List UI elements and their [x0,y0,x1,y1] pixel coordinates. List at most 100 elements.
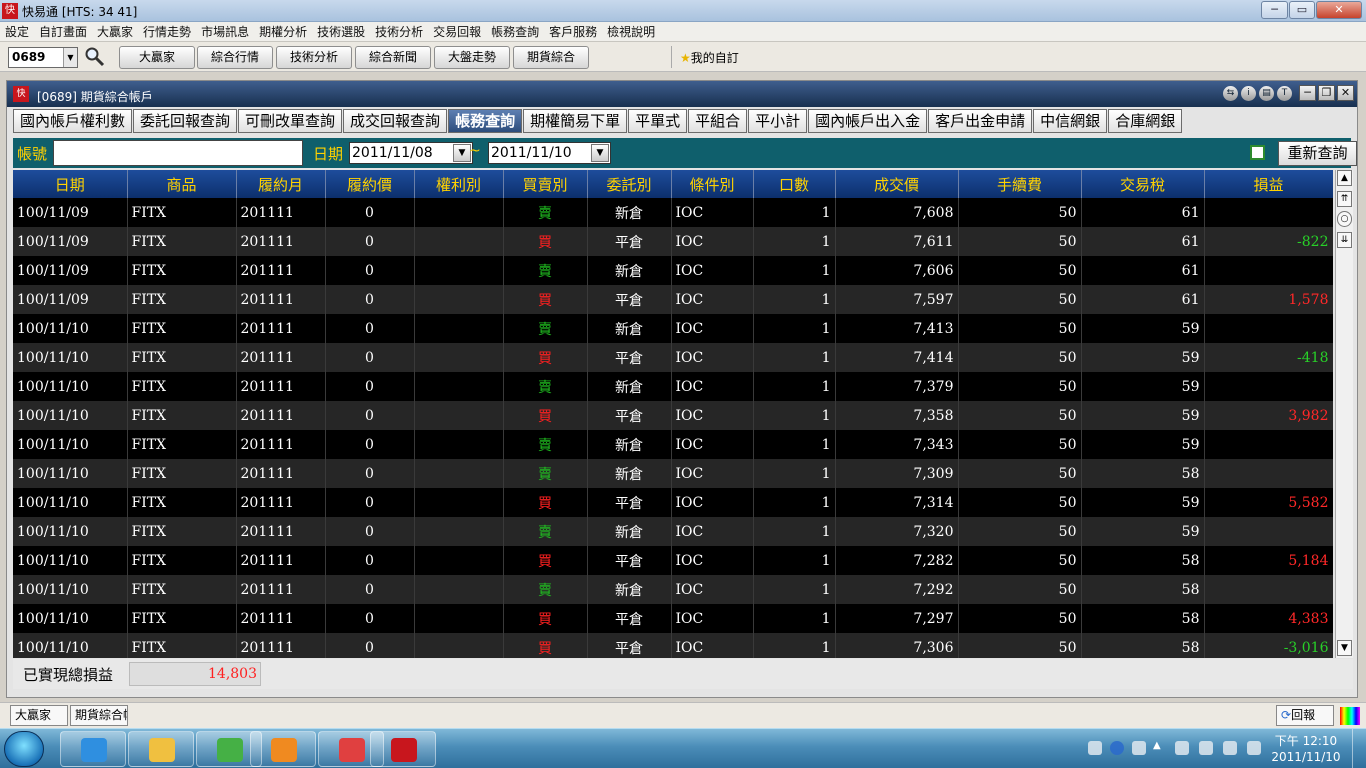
date-to-picker[interactable]: 2011/11/10 ▼ [488,142,611,164]
table-row[interactable]: 100/11/10 FITX 201111 0 賣新倉 IOC 1 7,413 50 59 [13,314,1333,343]
stock-code-combobox[interactable]: 0689 ▼ [8,47,78,68]
system-clock[interactable]: 下午 12:10 2011/11/10 [1262,733,1350,765]
column-header[interactable]: 手續費 [958,170,1082,198]
scroll-bottom-button[interactable]: ▼ [1337,640,1352,656]
tab-2[interactable]: 可刪改單查詢 [238,109,343,133]
column-header[interactable]: 履約價 [325,170,415,198]
taskbar-explorer[interactable] [128,731,194,767]
tab-6[interactable]: 平單式 [628,109,688,133]
column-header[interactable]: 權利別 [414,170,504,198]
tab-3[interactable]: 成交回報查詢 [343,109,448,133]
table-row[interactable]: 100/11/10 FITX 201111 0 買平倉 IOC 1 7,306 50 58 -3,0… [13,633,1333,658]
tab-8[interactable]: 平小計 [748,109,808,133]
window-close-button[interactable]: ✕ [1337,85,1354,101]
report-button[interactable]: ⟳回報 [1276,705,1334,726]
taskbar-media[interactable] [250,731,316,767]
column-header[interactable]: 口數 [753,170,836,198]
color-palette-icon[interactable] [1340,707,1360,725]
search-icon[interactable] [84,46,106,68]
table-row[interactable]: 100/11/10 FITX 201111 0 買平倉 IOC 1 7,282 50 58 5,18… [13,546,1333,575]
date-from-picker[interactable]: 2011/11/08 ▼ [349,142,473,164]
toolbar-news-button[interactable]: 綜合新聞 [355,46,431,69]
link-icon[interactable]: ⇆ [1223,86,1238,101]
menu-market-news[interactable]: 市場訊息 [196,22,254,42]
tab-5[interactable]: 期權簡易下單 [523,109,628,133]
menu-customer-service[interactable]: 客戶服務 [544,22,602,42]
tab-11[interactable]: 中信網銀 [1033,109,1108,133]
scroll-up-button[interactable]: ▲ [1337,170,1352,186]
switch-tab-futures-account[interactable]: 期貨綜合帳戶 [70,705,128,726]
tab-10[interactable]: 客戶出金申請 [928,109,1033,133]
pin-icon[interactable]: T [1277,86,1292,101]
toolbar-technical-button[interactable]: 技術分析 [276,46,352,69]
language-icon[interactable] [1132,741,1146,755]
table-row[interactable]: 100/11/10 FITX 201111 0 買平倉 IOC 1 7,414 50 59 -418 [13,343,1333,372]
menu-help[interactable]: 檢視說明 [602,22,660,42]
maximize-button[interactable]: ▭ [1289,1,1315,19]
switch-tab-big-winner[interactable]: 大贏家 [10,705,68,726]
scroll-thumb[interactable]: ○ [1337,211,1352,227]
close-button[interactable]: ✕ [1316,1,1362,19]
tab-4[interactable]: 帳務查詢 [448,109,523,133]
menu-technical-screening[interactable]: 技術選股 [312,22,370,42]
scroll-top-button[interactable]: ⇈ [1337,191,1352,207]
minimize-button[interactable]: ─ [1261,1,1288,19]
taskbar-trading-app[interactable] [370,731,436,767]
chevron-down-icon[interactable]: ▼ [591,144,609,162]
toolbar-big-winner-button[interactable]: 大贏家 [119,46,195,69]
table-row[interactable]: 100/11/09 FITX 201111 0 賣新倉 IOC 1 7,606 50 61 [13,256,1333,285]
menu-technical-analysis[interactable]: 技術分析 [370,22,428,42]
signal-icon[interactable] [1223,741,1237,755]
volume-icon[interactable] [1247,741,1261,755]
table-row[interactable]: 100/11/09 FITX 201111 0 賣新倉 IOC 1 7,608 50 61 [13,198,1333,227]
table-row[interactable]: 100/11/10 FITX 201111 0 賣新倉 IOC 1 7,320 50 59 [13,517,1333,546]
start-button[interactable] [4,731,44,767]
column-header[interactable]: 履約月 [236,170,326,198]
column-header[interactable]: 成交價 [835,170,959,198]
keyboard-icon[interactable] [1088,741,1102,755]
menu-custom-screen[interactable]: 自訂畫面 [34,22,92,42]
menu-quotes[interactable]: 行情走勢 [138,22,196,42]
table-row[interactable]: 100/11/10 FITX 201111 0 買平倉 IOC 1 7,297 50 58 4,38… [13,604,1333,633]
table-row[interactable]: 100/11/10 FITX 201111 0 買平倉 IOC 1 7,314 50 59 5,58… [13,488,1333,517]
network-icon[interactable] [1199,741,1213,755]
column-header[interactable]: 條件別 [671,170,754,198]
account-input[interactable] [53,140,303,166]
help-icon[interactable] [1110,741,1124,755]
column-header[interactable]: 交易稅 [1081,170,1205,198]
window-minimize-button[interactable]: ─ [1299,85,1316,101]
table-row[interactable]: 100/11/10 FITX 201111 0 買平倉 IOC 1 7,358 50 59 3,98… [13,401,1333,430]
menu-options-analysis[interactable]: 期權分析 [254,22,312,42]
menu-account-query[interactable]: 帳務查詢 [486,22,544,42]
column-header[interactable]: 商品 [127,170,237,198]
requery-button[interactable]: 重新查詢 [1278,141,1357,166]
chevron-down-icon[interactable]: ▼ [63,48,77,67]
scroll-down-button[interactable]: ⇊ [1337,232,1352,248]
toolbar-futures-button[interactable]: 期貨綜合 [513,46,589,69]
tab-9[interactable]: 國內帳戶出入金 [808,109,928,133]
table-row[interactable]: 100/11/10 FITX 201111 0 賣新倉 IOC 1 7,379 50 59 [13,372,1333,401]
export-excel-icon[interactable] [1250,145,1265,160]
column-header[interactable]: 損益 [1204,170,1333,198]
table-row[interactable]: 100/11/09 FITX 201111 0 買平倉 IOC 1 7,611 50 61 -822 [13,227,1333,256]
tab-7[interactable]: 平組合 [688,109,748,133]
vertical-scrollbar[interactable]: ▲ ⇈ ○ ⇊ ▼ [1335,170,1353,658]
action-center-icon[interactable] [1175,741,1189,755]
info-icon[interactable]: i [1241,86,1256,101]
tab-12[interactable]: 合庫網銀 [1108,109,1183,133]
show-desktop-button[interactable] [1352,729,1366,768]
tab-0[interactable]: 國內帳戶權利數 [13,109,133,133]
table-row[interactable]: 100/11/10 FITX 201111 0 賣新倉 IOC 1 7,309 50 58 [13,459,1333,488]
column-header[interactable]: 委託別 [587,170,672,198]
toolbar-quotes-button[interactable]: 綜合行情 [197,46,273,69]
table-row[interactable]: 100/11/09 FITX 201111 0 買平倉 IOC 1 7,597 50 61 1,57… [13,285,1333,314]
tab-1[interactable]: 委託回報查詢 [133,109,238,133]
menu-trade-report[interactable]: 交易回報 [428,22,486,42]
table-row[interactable]: 100/11/10 FITX 201111 0 賣新倉 IOC 1 7,343 50 59 [13,430,1333,459]
taskbar-ie[interactable] [60,731,126,767]
column-header[interactable]: 日期 [13,170,128,198]
menu-settings[interactable]: 設定 [0,22,34,42]
menu-big-winner[interactable]: 大贏家 [92,22,138,42]
favorites-link[interactable]: ★我的自訂 [680,49,739,66]
print-icon[interactable]: ▤ [1259,86,1274,101]
